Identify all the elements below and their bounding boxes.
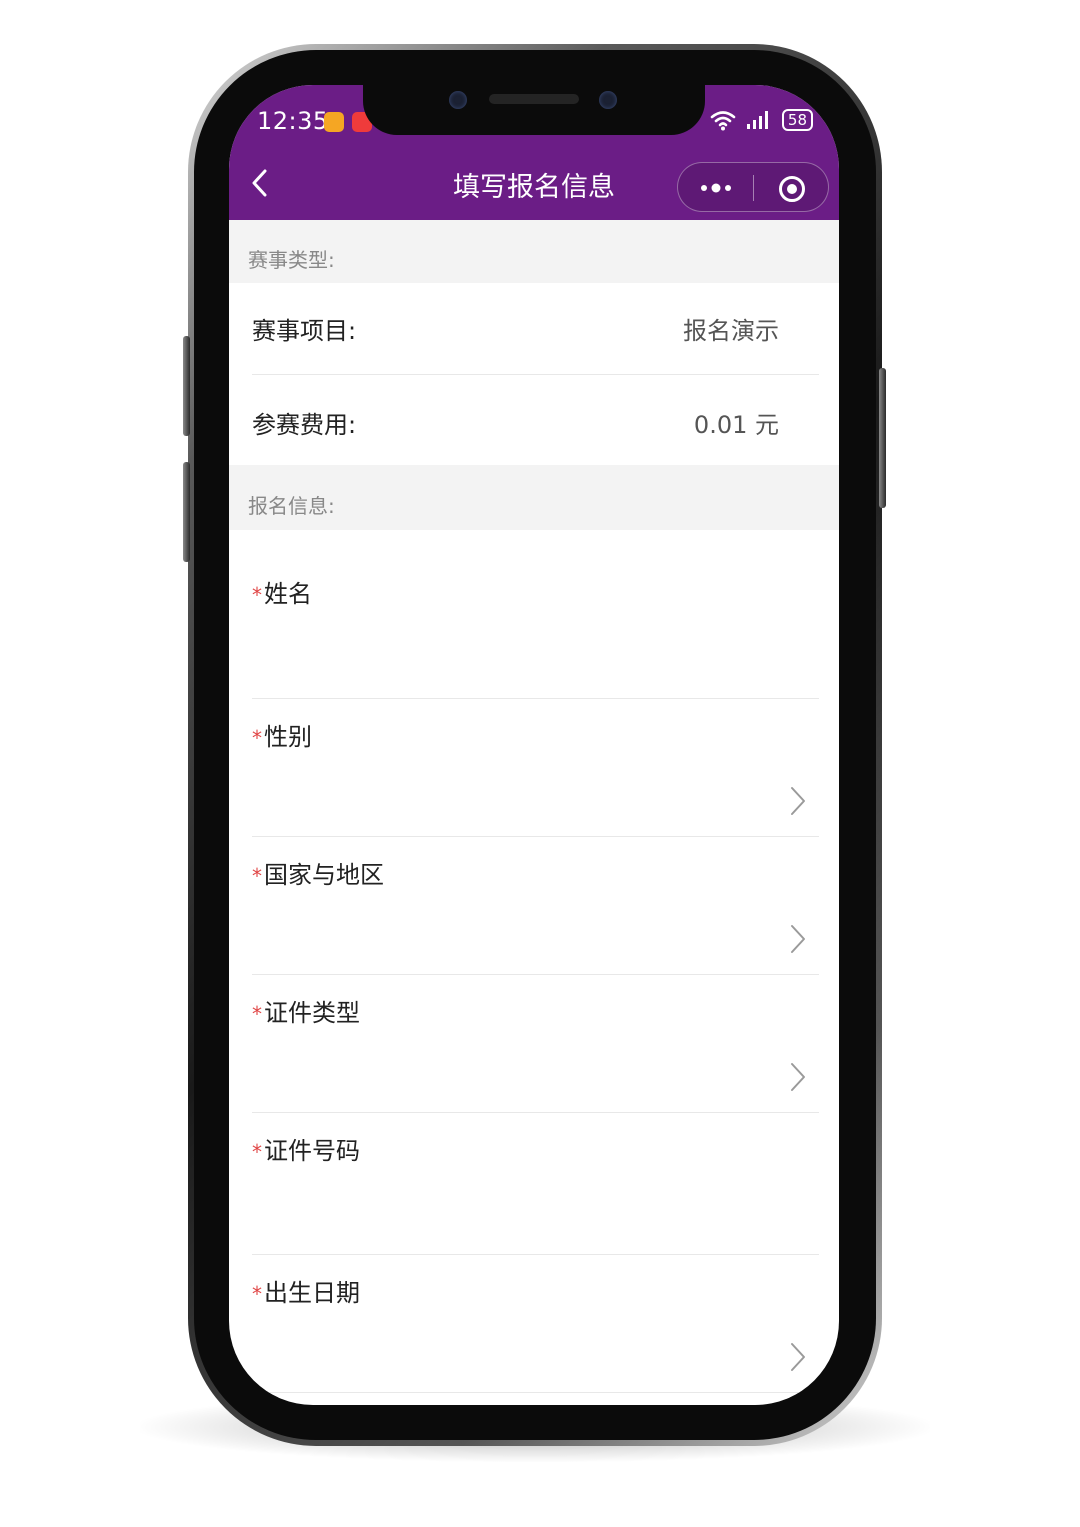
- notification-app-icon: [324, 112, 344, 132]
- info-row-event-item: 赛事项目: 报名演示: [252, 283, 819, 375]
- phone-screen: 12:35 58 填写报名信息 赛事类型: 赛事项目: 报名演示 参赛费用: 0…: [229, 85, 839, 1405]
- chevron-right-icon: [791, 925, 805, 953]
- section-header-event-type: 赛事类型:: [229, 220, 839, 283]
- field-label: *证件号码: [252, 1131, 360, 1166]
- power-button: [879, 368, 886, 508]
- status-indicators: 58: [710, 109, 813, 131]
- chevron-right-icon: [791, 787, 805, 815]
- fee-label: 参赛费用:: [252, 411, 357, 439]
- close-mini-program-button[interactable]: [778, 175, 806, 207]
- field-label-text: 出生日期: [264, 1279, 360, 1307]
- field-label: *姓名: [252, 574, 312, 609]
- event-item-label: 赛事项目:: [252, 317, 357, 345]
- chevron-right-icon: [791, 1343, 805, 1371]
- section-title: 赛事类型:: [248, 248, 335, 272]
- field-label: *性别: [252, 717, 312, 752]
- fee-value: 0.01 元: [693, 411, 779, 439]
- form-field-gender[interactable]: *性别: [252, 699, 819, 837]
- field-label-text: 证件类型: [264, 999, 360, 1027]
- form-field-country-region[interactable]: *国家与地区: [252, 837, 819, 975]
- app-header: 12:35 58 填写报名信息: [229, 85, 839, 220]
- field-label-text: 国家与地区: [264, 861, 384, 889]
- more-dots-icon: [701, 183, 731, 193]
- camera-notch: [363, 85, 705, 135]
- required-marker: *: [252, 726, 262, 750]
- signal-icon: [746, 111, 768, 129]
- field-label-text: 姓名: [264, 580, 312, 608]
- field-label: *出生日期: [252, 1273, 360, 1308]
- field-label-text: 证件号码: [264, 1137, 360, 1165]
- wifi-icon: [710, 111, 736, 131]
- info-row-fee: 参赛费用: 0.01 元: [252, 375, 819, 465]
- front-camera: [449, 91, 467, 109]
- field-label-text: 性别: [264, 723, 312, 751]
- capsule-divider: [753, 175, 754, 201]
- required-marker: *: [252, 864, 262, 888]
- section-header-signup-info: 报名信息:: [229, 465, 839, 530]
- field-label: *证件类型: [252, 993, 360, 1028]
- front-sensor: [599, 91, 617, 109]
- battery-indicator: 58: [781, 109, 813, 131]
- chevron-right-icon: [791, 1063, 805, 1091]
- form-field-birth-date[interactable]: *出生日期: [252, 1255, 819, 1393]
- required-marker: *: [252, 1140, 262, 1164]
- earpiece-speaker: [489, 94, 579, 104]
- form-field-name[interactable]: *姓名: [252, 530, 819, 699]
- form-field-id-number[interactable]: *证件号码: [252, 1113, 819, 1255]
- required-marker: *: [252, 583, 262, 607]
- form-field-id-type[interactable]: *证件类型: [252, 975, 819, 1113]
- volume-down-button: [183, 462, 190, 562]
- status-time: 12:35: [257, 107, 329, 135]
- field-label: *国家与地区: [252, 855, 384, 890]
- required-marker: *: [252, 1282, 262, 1306]
- mini-program-capsule: [677, 162, 829, 212]
- section-title: 报名信息:: [248, 494, 335, 518]
- volume-up-button: [183, 336, 190, 436]
- event-item-value: 报名演示: [683, 317, 779, 345]
- required-marker: *: [252, 1002, 262, 1026]
- target-circle-icon: [779, 176, 805, 202]
- more-button[interactable]: [698, 175, 734, 205]
